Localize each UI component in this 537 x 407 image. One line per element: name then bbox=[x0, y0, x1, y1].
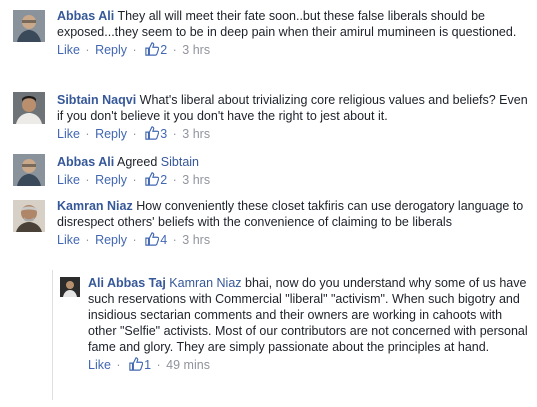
reply-button[interactable]: Reply bbox=[95, 173, 127, 187]
like-button[interactable]: Like bbox=[57, 173, 80, 187]
reply-button[interactable]: Reply bbox=[95, 43, 127, 57]
thumbs-up-icon bbox=[145, 232, 160, 246]
avatar-sibtain-naqvi[interactable] bbox=[13, 92, 45, 124]
reply-button[interactable]: Reply bbox=[95, 127, 127, 141]
comment-actions: Like · Reply · 2 · 3 hrs bbox=[57, 172, 211, 187]
timestamp[interactable]: 3 hrs bbox=[182, 233, 210, 247]
comment-text: They all will meet their fate soon..but … bbox=[57, 9, 517, 39]
avatar-ali-abbas-taj[interactable] bbox=[60, 277, 80, 297]
like-count[interactable]: 1 bbox=[144, 358, 151, 372]
comment-author[interactable]: Sibtain Naqvi bbox=[57, 93, 136, 107]
avatar-abbas-ali[interactable] bbox=[13, 10, 45, 42]
like-button[interactable]: Like bbox=[57, 233, 80, 247]
reply-actions: Like · 1 · 49 mins bbox=[88, 357, 210, 372]
comment-actions: Like · Reply · 2 · 3 hrs bbox=[57, 42, 211, 57]
timestamp[interactable]: 3 hrs bbox=[182, 127, 210, 141]
reply-button[interactable]: Reply bbox=[95, 233, 127, 247]
thumbs-up-icon bbox=[145, 42, 160, 56]
reply-author[interactable]: Ali Abbas Taj bbox=[88, 276, 166, 290]
timestamp[interactable]: 3 hrs bbox=[182, 173, 210, 187]
like-count[interactable]: 2 bbox=[160, 173, 167, 187]
like-count[interactable]: 4 bbox=[160, 233, 167, 247]
thumbs-up-icon bbox=[145, 172, 160, 186]
comment-author[interactable]: Abbas Ali bbox=[57, 155, 114, 169]
timestamp[interactable]: 49 mins bbox=[166, 358, 210, 372]
like-button[interactable]: Like bbox=[57, 43, 80, 57]
comment-actions: Like · Reply · 3 · 3 hrs bbox=[57, 126, 211, 141]
avatar-abbas-ali[interactable] bbox=[13, 154, 45, 186]
like-button[interactable]: Like bbox=[57, 127, 80, 141]
timestamp[interactable]: 3 hrs bbox=[182, 43, 210, 57]
reply-thread-line bbox=[52, 270, 53, 400]
thumbs-up-icon bbox=[129, 357, 144, 371]
avatar-kamran-niaz[interactable] bbox=[13, 200, 45, 232]
like-count[interactable]: 3 bbox=[160, 127, 167, 141]
thumbs-up-icon bbox=[145, 126, 160, 140]
mention-link[interactable]: Kamran Niaz bbox=[169, 276, 241, 290]
comment-actions: Like · Reply · 4 · 3 hrs bbox=[57, 232, 211, 247]
like-count[interactable]: 2 bbox=[160, 43, 167, 57]
comment-author[interactable]: Kamran Niaz bbox=[57, 199, 133, 213]
like-button[interactable]: Like bbox=[88, 358, 111, 372]
comment-text: Agreed bbox=[116, 155, 158, 169]
comment-author[interactable]: Abbas Ali bbox=[57, 9, 114, 23]
mention-link[interactable]: Sibtain bbox=[161, 155, 199, 169]
